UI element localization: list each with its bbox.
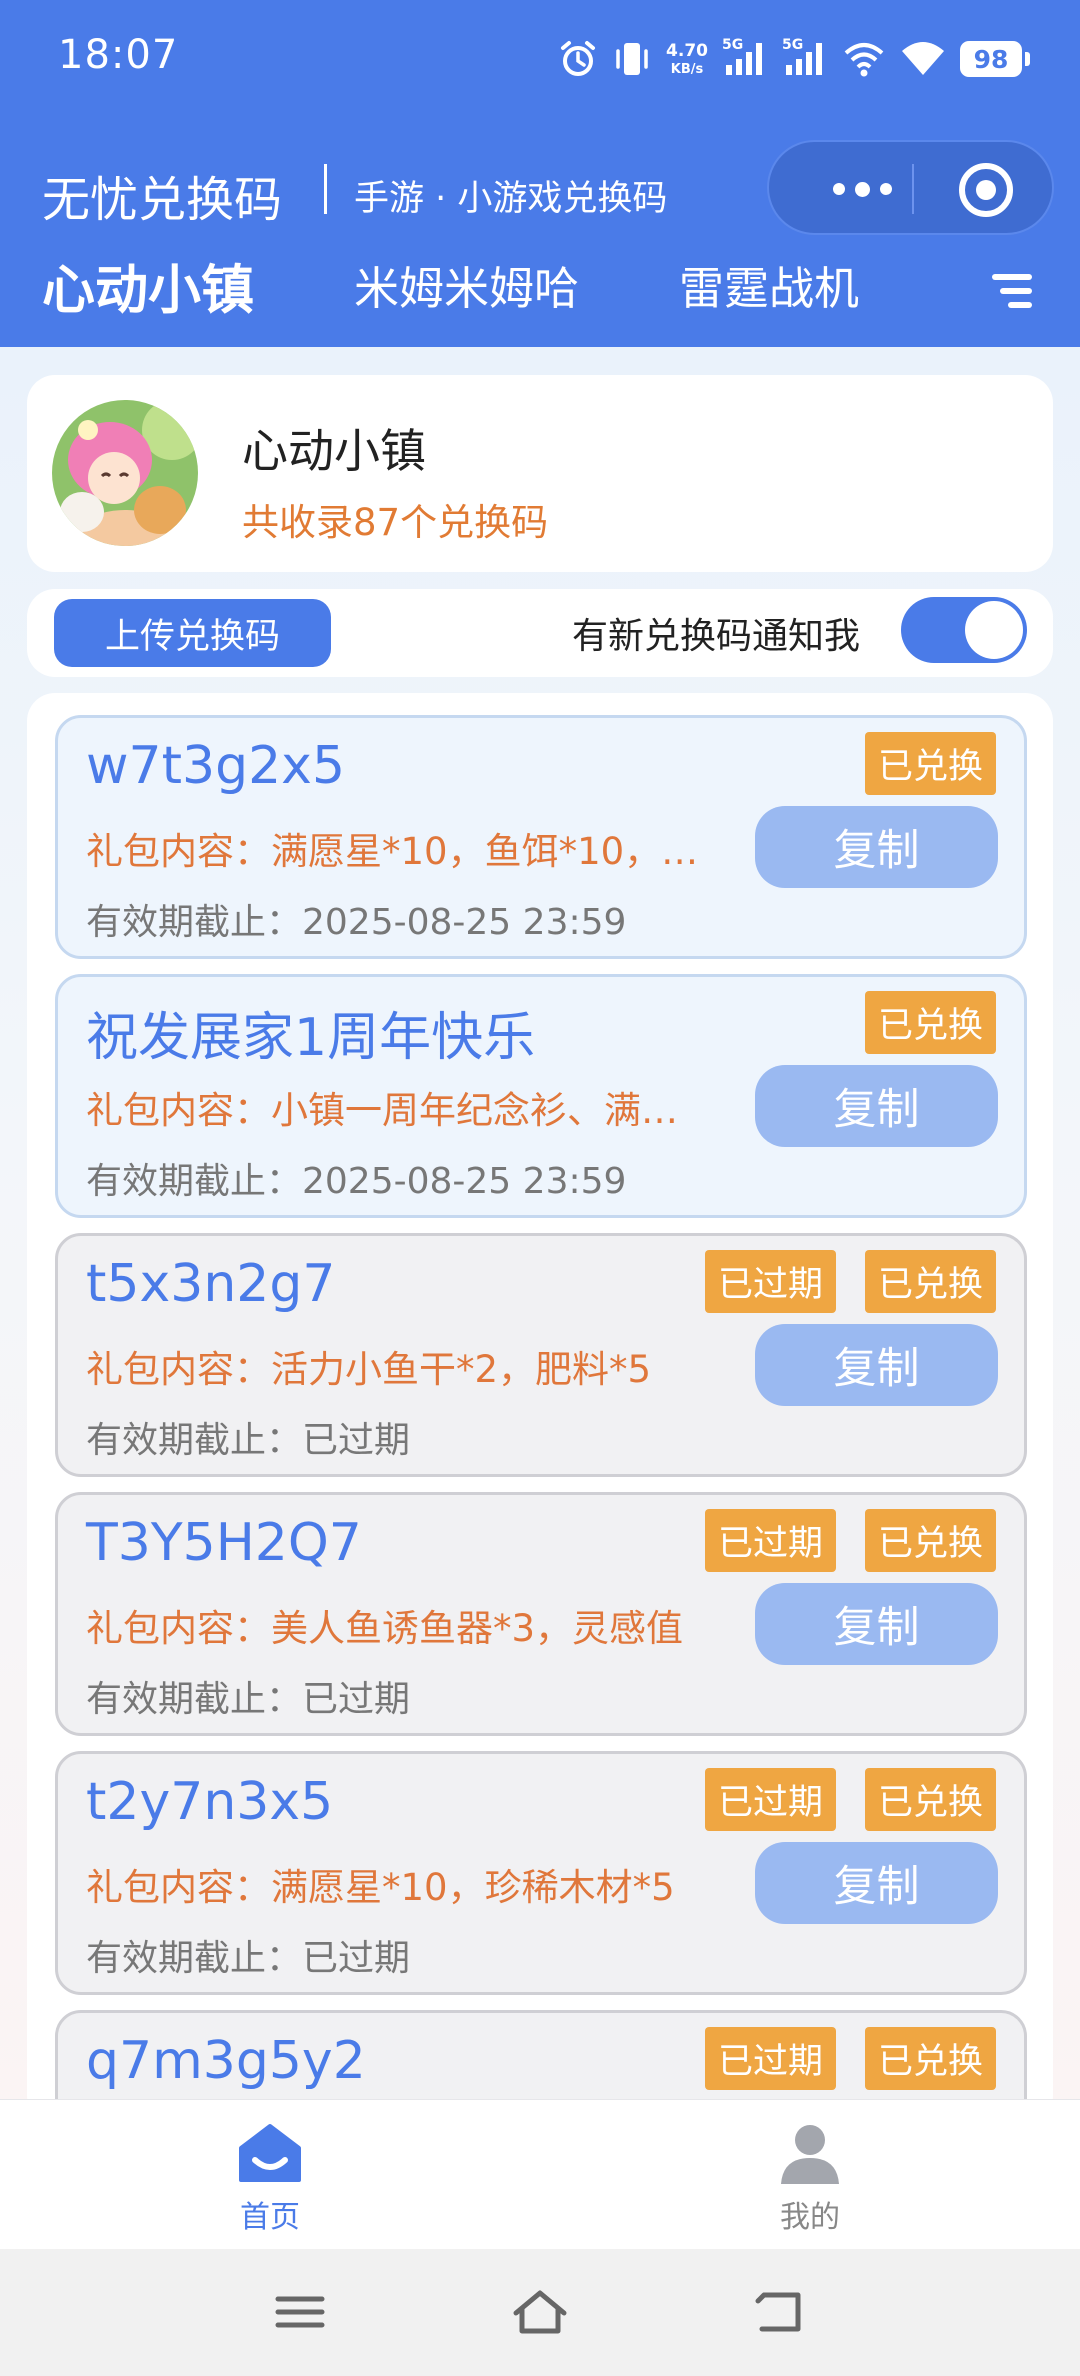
redeemed-badge: 已兑换 — [864, 1250, 996, 1313]
tab-home-label: 首页 — [240, 2200, 300, 2235]
home-nav-icon[interactable] — [510, 2287, 570, 2337]
code-card: q7m3g5y2 已过期 已兑换 — [55, 2010, 1027, 2099]
code-card: w7t3g2x5 已兑换 礼包内容：满愿星*10，鱼饵*10，活力小鱼干 复制 … — [55, 715, 1027, 959]
redeem-code: q7m3g5y2 — [86, 2031, 366, 2091]
code-list: w7t3g2x5 已兑换 礼包内容：满愿星*10，鱼饵*10，活力小鱼干 复制 … — [27, 693, 1053, 2099]
tab-thunder-fighter[interactable]: 雷霆战机 — [679, 252, 859, 317]
expiry-date: 有效期截止：2025-08-25 23:59 — [86, 902, 627, 943]
code-card: T3Y5H2Q7 已过期 已兑换 礼包内容：美人鱼诱鱼器*3，灵感值 复制 有效… — [55, 1492, 1027, 1736]
gift-content: 礼包内容：美人鱼诱鱼器*3，灵感值 — [86, 1607, 684, 1650]
battery-icon: 98 — [960, 41, 1030, 77]
game-name: 心动小镇 — [242, 424, 426, 478]
signal-type-label: 5G — [722, 37, 744, 53]
user-icon — [781, 2125, 839, 2184]
notify-toggle[interactable] — [901, 597, 1027, 663]
tab-menu-icon[interactable] — [990, 274, 1032, 310]
net-speed-value: 4.70 — [666, 40, 708, 61]
redeemed-badge: 已兑换 — [864, 2027, 996, 2090]
miniprogram-capsule — [767, 140, 1054, 235]
redeemed-badge: 已兑换 — [864, 991, 996, 1054]
game-avatar — [52, 400, 198, 546]
redeem-code: t2y7n3x5 — [86, 1772, 334, 1832]
status-bar: 18:07 4.70 KB/s 5G 5G 98 — [0, 0, 1080, 120]
code-card: 祝发展家1周年快乐 已兑换 礼包内容：小镇一周年纪念衫、满愿星 复制 有效期截止… — [55, 974, 1027, 1218]
gift-content: 礼包内容：满愿星*10，珍稀木材*5 — [86, 1866, 675, 1909]
redeem-code: T3Y5H2Q7 — [86, 1513, 362, 1573]
app-bar: 无忧兑换码 手游 · 小游戏兑换码 — [0, 140, 1080, 235]
back-icon[interactable] — [750, 2287, 810, 2337]
main-content[interactable]: 心动小镇 共收录87个兑换码 上传兑换码 有新兑换码通知我 w7t3g2x5 已… — [0, 347, 1080, 2099]
copy-button[interactable]: 复制 — [755, 1065, 998, 1147]
redeem-code: w7t3g2x5 — [86, 736, 346, 796]
expiry-date: 有效期截止：已过期 — [86, 1420, 411, 1461]
redeemed-badge: 已兑换 — [864, 732, 996, 795]
tab-mine-label: 我的 — [780, 2200, 840, 2235]
system-nav-bar — [0, 2249, 1080, 2376]
gift-content: 礼包内容：满愿星*10，鱼饵*10，活力小鱼干 — [86, 830, 714, 873]
copy-button[interactable]: 复制 — [755, 1842, 998, 1924]
redeemed-badge: 已兑换 — [864, 1509, 996, 1572]
capsule-divider — [912, 164, 914, 214]
expired-badge: 已过期 — [704, 1509, 836, 1572]
tab-home[interactable]: 首页 — [190, 2100, 350, 2250]
tab-mine[interactable]: 我的 — [730, 2100, 890, 2250]
upload-code-button[interactable]: 上传兑换码 — [54, 599, 331, 667]
expired-badge: 已过期 — [704, 2027, 836, 2090]
gift-content: 礼包内容：活力小鱼干*2，肥料*5 — [86, 1348, 652, 1391]
hotspot-icon — [844, 43, 884, 77]
game-tabs: 心动小镇 米姆米姆哈 雷霆战机 — [0, 252, 1080, 334]
signal-type-label: 5G — [782, 37, 804, 53]
tab-mim-mim-ha[interactable]: 米姆米姆哈 — [354, 252, 579, 317]
copy-button[interactable]: 复制 — [755, 1324, 998, 1406]
net-speed: 4.70 KB/s — [666, 40, 708, 77]
copy-button[interactable]: 复制 — [755, 806, 998, 888]
signal-icon: 5G — [782, 37, 828, 79]
alarm-icon — [561, 41, 596, 76]
redeem-code: t5x3n2g7 — [86, 1254, 336, 1314]
redeem-code: 祝发展家1周年快乐 — [86, 1008, 536, 1068]
signal-icon: 5G — [722, 37, 768, 79]
expired-badge: 已过期 — [704, 1250, 836, 1313]
toggle-knob — [965, 601, 1023, 659]
redeemed-badge: 已兑换 — [864, 1768, 996, 1831]
net-speed-unit: KB/s — [670, 61, 704, 77]
action-bar: 上传兑换码 有新兑换码通知我 — [27, 589, 1053, 677]
app-header: 18:07 4.70 KB/s 5G 5G 98 无忧兑换码 手游 · 小游戏兑… — [0, 0, 1080, 347]
expiry-date: 有效期截止：已过期 — [86, 1679, 411, 1720]
code-card: t2y7n3x5 已过期 已兑换 礼包内容：满愿星*10，珍稀木材*5 复制 有… — [55, 1751, 1027, 1995]
home-icon — [239, 2124, 301, 2182]
game-info-card: 心动小镇 共收录87个兑换码 — [27, 375, 1053, 572]
menu-icon[interactable] — [270, 2287, 330, 2337]
expiry-date: 有效期截止：2025-08-25 23:59 — [86, 1161, 627, 1202]
wifi-icon — [902, 42, 944, 75]
vibrate-icon — [616, 43, 648, 75]
more-options-icon[interactable] — [807, 162, 917, 216]
status-time: 18:07 — [58, 32, 179, 78]
status-icons: 4.70 KB/s 5G 5G 98 — [558, 34, 1030, 84]
app-subtitle: 手游 · 小游戏兑换码 — [354, 179, 668, 219]
notify-label: 有新兑换码通知我 — [572, 616, 861, 657]
title-divider — [324, 164, 327, 214]
expired-badge: 已过期 — [704, 1768, 836, 1831]
expiry-date: 有效期截止：已过期 — [86, 1938, 411, 1979]
tab-xindong-town[interactable]: 心动小镇 — [42, 248, 254, 324]
bottom-tab-bar: 首页 我的 — [0, 2099, 1080, 2249]
code-count: 共收录87个兑换码 — [242, 501, 549, 544]
gift-content: 礼包内容：小镇一周年纪念衫、满愿星 — [86, 1089, 714, 1132]
close-miniprogram-icon[interactable] — [959, 163, 1013, 217]
copy-button[interactable]: 复制 — [755, 1583, 998, 1665]
app-title: 无忧兑换码 — [42, 172, 283, 228]
code-card: t5x3n2g7 已过期 已兑换 礼包内容：活力小鱼干*2，肥料*5 复制 有效… — [55, 1233, 1027, 1477]
